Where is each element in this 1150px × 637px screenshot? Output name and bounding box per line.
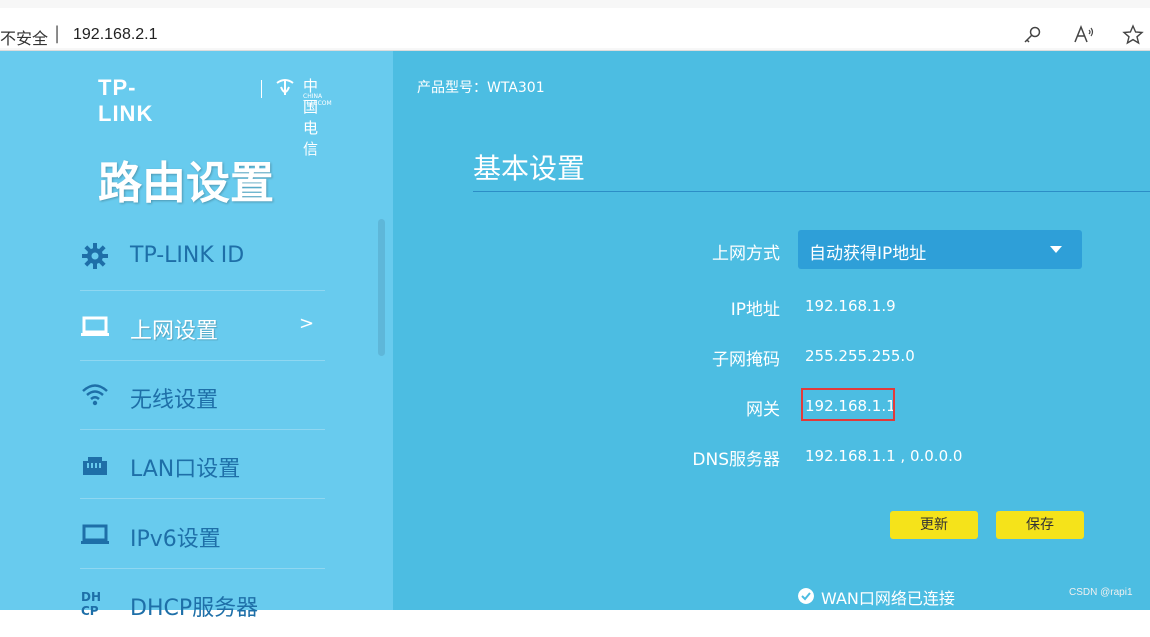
logo-divider bbox=[261, 80, 262, 98]
dhcp-icon: DH CP bbox=[81, 590, 101, 618]
ip-label: IP地址 bbox=[730, 300, 780, 320]
sidebar-item-ipv6[interactable]: IPv6设置 bbox=[80, 499, 325, 569]
telecom-name: 中国电信 bbox=[303, 77, 319, 158]
check-circle-icon bbox=[798, 588, 814, 604]
gear-icon bbox=[82, 243, 108, 269]
address-separator: | bbox=[54, 23, 61, 44]
tplink-logo: TP-LINK bbox=[98, 75, 154, 126]
sidebar-item-dhcp[interactable]: DH CP DHCP服务器 bbox=[80, 568, 325, 637]
security-indicator[interactable]: 不安全 bbox=[0, 25, 48, 49]
subnet-label: 子网掩码 bbox=[712, 350, 780, 370]
connection-type-select[interactable]: 自动获得IP地址 bbox=[798, 230, 1082, 269]
sidebar-item-label: IPv6设置 bbox=[130, 527, 221, 552]
product-model: 产品型号：WTA301 bbox=[417, 80, 545, 96]
sidebar-item-label: LAN口设置 bbox=[130, 457, 241, 482]
china-telecom-icon bbox=[276, 79, 294, 95]
sidebar-item-label: TP-LINK ID bbox=[130, 243, 245, 268]
read-aloud-icon[interactable] bbox=[1073, 24, 1095, 46]
sidebar-item-label: DHCP服务器 bbox=[130, 596, 259, 621]
sidebar-item-lan[interactable]: LAN口设置 bbox=[80, 429, 325, 499]
gateway-label: 网关 bbox=[746, 400, 780, 420]
gateway-highlight-box bbox=[801, 388, 895, 421]
address-field[interactable]: 不安全 | 192.168.2.1 bbox=[0, 8, 1150, 48]
watermark: CSDN @rapi1 bbox=[1069, 587, 1133, 598]
svg-text:CP: CP bbox=[81, 604, 99, 618]
update-button[interactable]: 更新 bbox=[890, 511, 978, 539]
url-text[interactable]: 192.168.2.1 bbox=[73, 26, 158, 44]
sidebar-item-tplink-id[interactable]: TP-LINK ID bbox=[80, 221, 325, 291]
chevron-right-icon: > bbox=[299, 313, 315, 334]
caret-down-icon bbox=[1050, 246, 1062, 253]
svg-text:DH: DH bbox=[81, 590, 101, 604]
dns-label: DNS服务器 bbox=[692, 450, 780, 470]
sidebar-item-wireless[interactable]: 无线设置 bbox=[80, 360, 325, 430]
dns-value: 192.168.1.1 , 0.0.0.0 bbox=[805, 447, 963, 465]
laptop-icon bbox=[81, 524, 109, 544]
subnet-value: 255.255.255.0 bbox=[805, 347, 915, 365]
sidebar: TP-LINK 中国电信 CHINA TELECOM 路由设置 TP-LINK … bbox=[0, 51, 393, 621]
title-divider bbox=[473, 191, 1150, 192]
sidebar-item-internet[interactable]: 上网设置 > bbox=[80, 291, 325, 361]
save-button[interactable]: 保存 bbox=[996, 511, 1084, 539]
key-icon[interactable] bbox=[1022, 24, 1044, 46]
main-panel: 产品型号：WTA301 基本设置 上网方式 自动获得IP地址 IP地址 192.… bbox=[393, 51, 1150, 610]
laptop-icon bbox=[81, 316, 109, 336]
wifi-icon bbox=[82, 384, 108, 406]
connection-type-label: 上网方式 bbox=[712, 244, 780, 264]
ip-value: 192.168.1.9 bbox=[805, 297, 896, 315]
sidebar-item-label: 无线设置 bbox=[130, 388, 219, 413]
sidebar-title: 路由设置 bbox=[98, 158, 274, 209]
sidebar-item-label: 上网设置 bbox=[130, 319, 219, 344]
wan-status-text: WAN口网络已连接 bbox=[821, 589, 955, 608]
sidebar-scrollbar[interactable] bbox=[378, 219, 385, 356]
browser-address-bar: 不安全 | 192.168.2.1 bbox=[0, 0, 1150, 51]
favorite-star-icon[interactable] bbox=[1122, 24, 1144, 46]
connection-type-value: 自动获得IP地址 bbox=[809, 244, 927, 264]
page-title: 基本设置 bbox=[473, 152, 586, 185]
lan-port-icon bbox=[83, 457, 107, 475]
telecom-name-en: CHINA TELECOM bbox=[303, 93, 332, 107]
